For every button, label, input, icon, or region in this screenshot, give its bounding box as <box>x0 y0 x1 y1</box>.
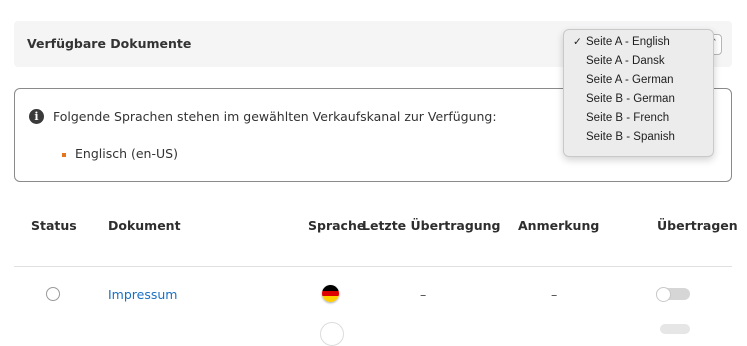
dropdown-option[interactable]: Seite A - Dansk <box>564 52 713 71</box>
table-divider <box>14 266 732 267</box>
flag-icon <box>320 322 344 346</box>
column-header-document: Dokument <box>108 218 181 233</box>
info-icon: i <box>29 109 44 124</box>
column-header-transfer: Übertragen <box>657 218 738 233</box>
transfer-toggle[interactable] <box>660 324 690 334</box>
german-flag-icon <box>322 285 339 302</box>
toggle-knob <box>656 287 671 302</box>
page-dropdown-menu: ✓ Seite A - English Seite A - Dansk Seit… <box>563 29 714 157</box>
column-header-language: Sprache <box>308 218 366 233</box>
transfer-toggle[interactable] <box>656 287 690 302</box>
status-radio[interactable] <box>46 287 60 301</box>
dropdown-option[interactable]: Seite B - French <box>564 109 713 128</box>
column-header-last-transfer: Letzte Übertragung <box>362 218 501 233</box>
list-bullet <box>62 153 66 157</box>
dropdown-option[interactable]: Seite B - Spanish <box>564 128 713 147</box>
language-item: Englisch (en-US) <box>75 146 178 161</box>
page-title: Verfügbare Dokumente <box>27 36 192 51</box>
document-link[interactable]: Impressum <box>108 287 177 302</box>
note-value: – <box>551 287 558 302</box>
checkmark-icon: ✓ <box>573 36 582 48</box>
dropdown-option[interactable]: Seite A - German <box>564 71 713 90</box>
column-header-note: Anmerkung <box>518 218 600 233</box>
last-transfer-value: – <box>420 287 427 302</box>
info-text: Folgende Sprachen stehen im gewählten Ve… <box>53 109 497 124</box>
dropdown-option[interactable]: Seite B - German <box>564 90 713 109</box>
column-header-status: Status <box>31 218 77 233</box>
dropdown-option[interactable]: ✓ Seite A - English <box>564 33 713 52</box>
